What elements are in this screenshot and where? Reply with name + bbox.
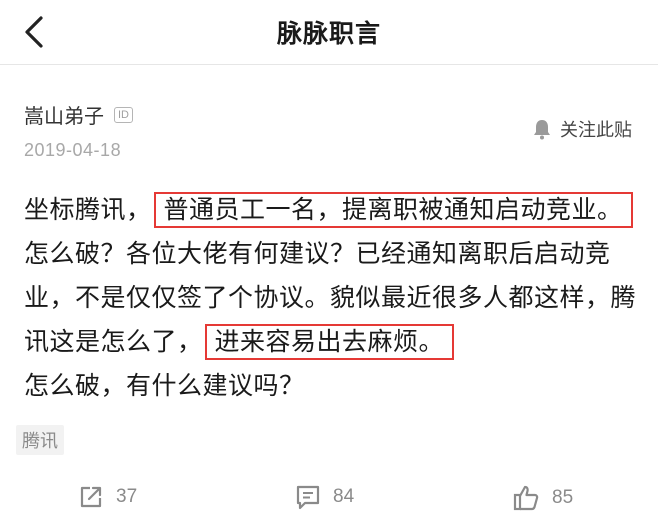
content-text-1: 坐标腾讯， [24, 195, 152, 224]
follow-label: 关注此贴 [560, 120, 632, 141]
post-author: 嵩山弟子 ID [24, 100, 133, 129]
post-content: 坐标腾讯， 普通员工一名，提离职被通知启动竞业。怎么破？各位大佬有何建议？已经通知… [24, 188, 636, 408]
id-badge: ID [114, 106, 133, 123]
comment-icon [296, 485, 320, 510]
share-count: 37 [116, 486, 138, 507]
content-text-3: 怎么破，有什么建议吗？ [24, 371, 305, 400]
share-button[interactable]: 37 [78, 484, 137, 510]
comment-button[interactable]: 84 [295, 484, 354, 510]
author-name[interactable]: 嵩山弟子 [24, 100, 104, 129]
page-title: 脉脉职言 [276, 19, 381, 48]
topic-tag[interactable]: 腾讯 [16, 425, 64, 455]
highlight-box-2: 进来容易出去麻烦。 [204, 324, 455, 360]
bell-icon [534, 120, 550, 140]
share-icon [80, 486, 102, 508]
follow-post-button[interactable]: 关注此贴 [532, 116, 632, 142]
like-count: 85 [552, 487, 574, 508]
top-nav-bar: 脉脉职言 [0, 0, 658, 65]
comment-count: 84 [333, 486, 355, 507]
highlight-box-1: 普通员工一名，提离职被通知启动竞业。 [153, 192, 633, 228]
like-button[interactable]: 85 [512, 484, 573, 512]
thumbs-up-icon [513, 485, 539, 511]
post-date: 2019-04-18 [24, 140, 122, 160]
